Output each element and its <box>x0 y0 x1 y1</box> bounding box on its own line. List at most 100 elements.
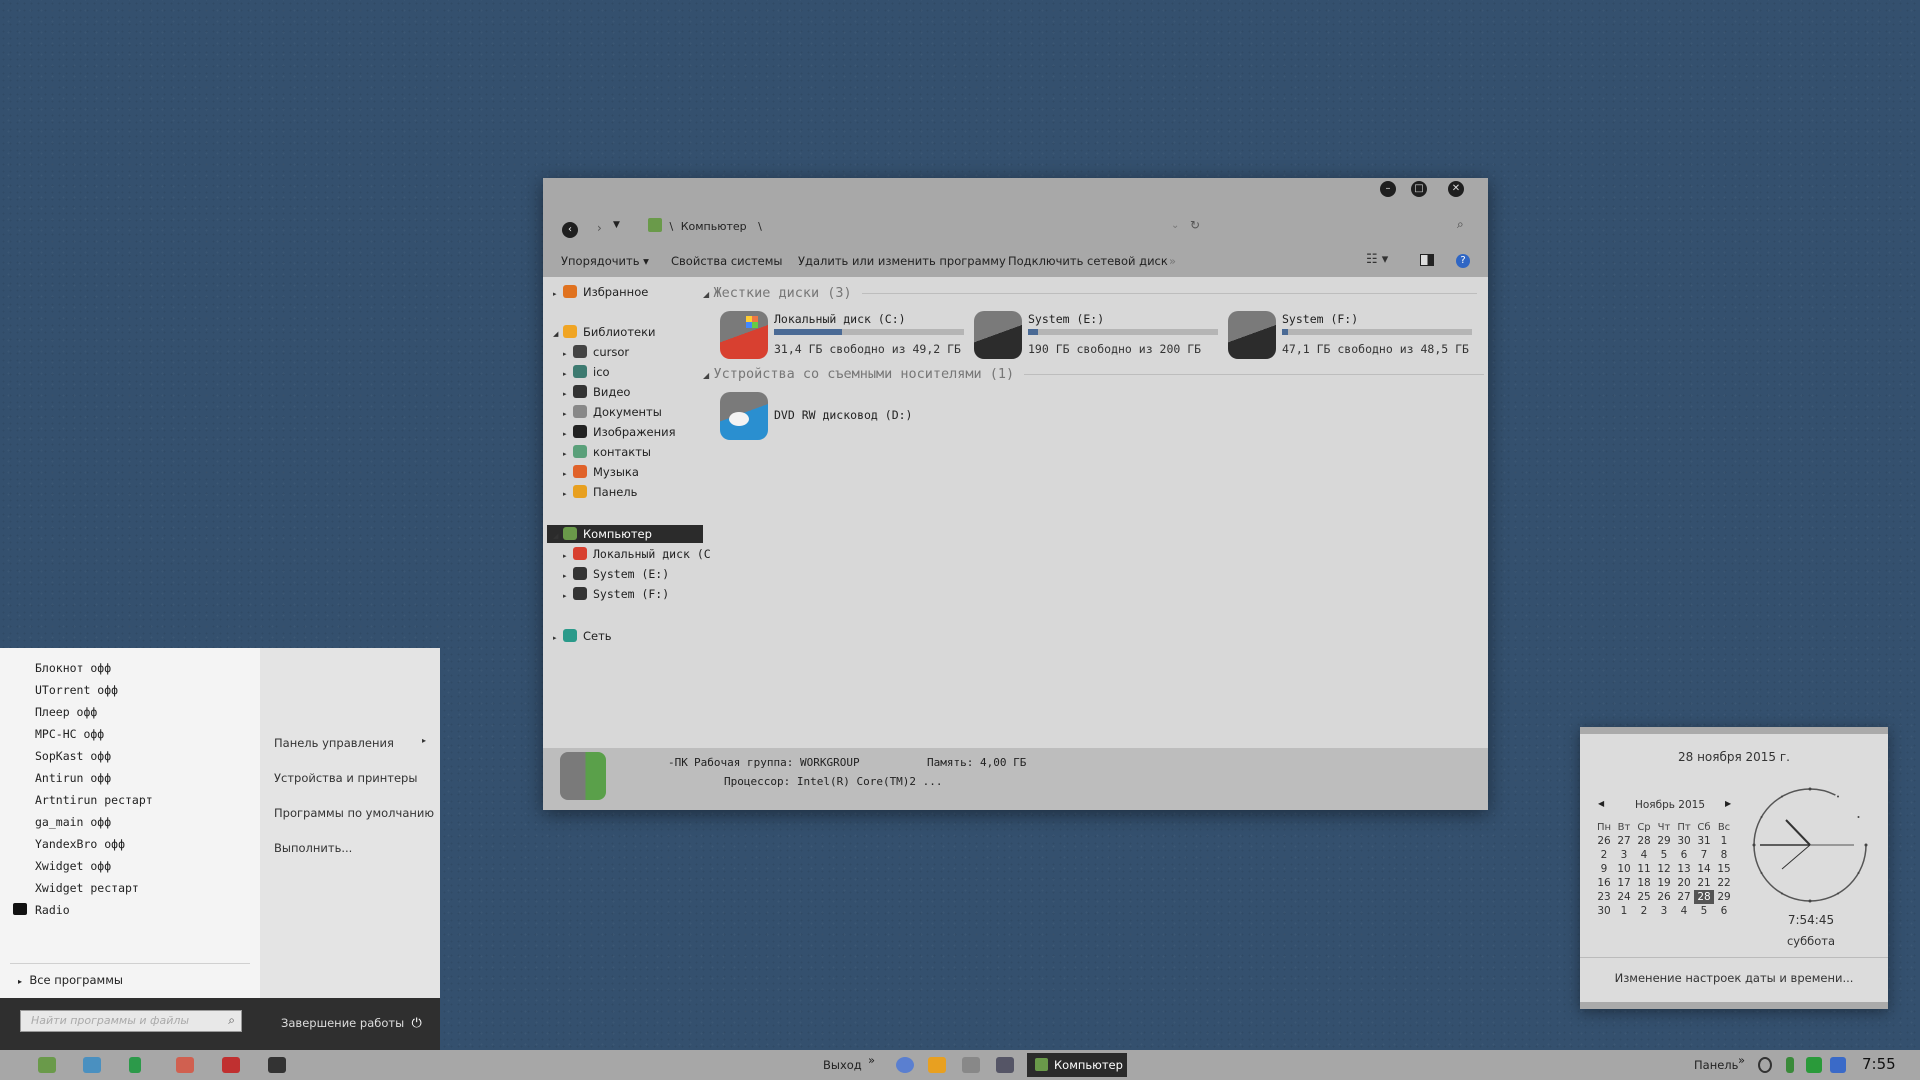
app-red-taskbar-icon[interactable] <box>222 1057 240 1073</box>
day-cell[interactable]: 26 <box>1594 834 1614 848</box>
day-cell[interactable]: 24 <box>1614 890 1634 904</box>
next-month-button[interactable]: ▶ <box>1725 799 1731 808</box>
drive-dvd[interactable]: DVD RW дисковод (D:) <box>720 392 980 446</box>
tree-lib-panel[interactable]: ▸ Панель <box>563 483 637 501</box>
day-cell[interactable]: 27 <box>1614 834 1634 848</box>
organize-menu[interactable]: Упорядочить ▾ <box>561 254 649 268</box>
day-cell[interactable]: 5 <box>1654 848 1674 862</box>
tree-computer[interactable]: ◢ Компьютер <box>547 525 703 543</box>
day-cell[interactable]: 1 <box>1614 904 1634 918</box>
day-cell[interactable]: 9 <box>1594 862 1614 876</box>
tray-language-icon[interactable] <box>1830 1057 1846 1073</box>
tree-drive-f[interactable]: ▸ System (F:) <box>563 585 669 603</box>
drive-c[interactable]: Локальный диск (C:) 31,4 ГБ свободно из … <box>720 311 980 365</box>
day-cell[interactable]: 22 <box>1714 876 1734 890</box>
program-item[interactable]: Artntirun рестарт <box>35 793 153 807</box>
panel-label[interactable]: Панель <box>1694 1058 1738 1072</box>
tree-lib-cursor[interactable]: ▸ cursor <box>563 343 629 361</box>
search-icon[interactable]: ⌕ <box>1457 217 1464 232</box>
day-cell[interactable]: 15 <box>1714 862 1734 876</box>
history-dropdown-icon[interactable]: ▼ <box>613 220 620 230</box>
address-dropdown-icon[interactable]: ⌄ <box>1171 220 1179 231</box>
tray-battery-icon[interactable] <box>1786 1057 1794 1073</box>
day-cell[interactable]: 8 <box>1714 848 1734 862</box>
day-cell[interactable]: 18 <box>1634 876 1654 890</box>
day-cell[interactable]: 2 <box>1594 848 1614 862</box>
tree-libraries[interactable]: ◢ Библиотеки <box>553 323 656 341</box>
program-item[interactable]: Xwidget рестарт <box>35 881 139 895</box>
tree-favorites[interactable]: ▸ Избранное <box>553 283 648 301</box>
day-cell[interactable]: 16 <box>1594 876 1614 890</box>
program-item[interactable]: Xwidget офф <box>35 859 111 873</box>
day-cell[interactable]: 31 <box>1694 834 1714 848</box>
day-cell-today[interactable]: 28 <box>1694 890 1714 904</box>
day-cell[interactable]: 3 <box>1614 848 1634 862</box>
day-cell[interactable]: 30 <box>1594 904 1614 918</box>
tray-circle-icon[interactable] <box>1758 1057 1772 1073</box>
taskbar-more-button[interactable]: » <box>868 1053 875 1067</box>
close-button[interactable]: ✕ <box>1448 181 1464 197</box>
forward-button[interactable]: › <box>597 221 602 235</box>
day-cell[interactable]: 6 <box>1714 904 1734 918</box>
day-cell[interactable]: 1 <box>1714 834 1734 848</box>
tree-lib-documents[interactable]: ▸ Документы <box>563 403 662 421</box>
breadcrumb-computer[interactable]: Компьютер <box>681 220 747 233</box>
day-cell[interactable]: 4 <box>1674 904 1694 918</box>
computer-taskbar-icon[interactable] <box>38 1057 56 1073</box>
program-item[interactable]: Плеер офф <box>35 705 97 719</box>
day-cell[interactable]: 10 <box>1614 862 1634 876</box>
view-options-icon[interactable]: ☷ ▾ <box>1366 252 1388 267</box>
program-item[interactable]: ga_main офф <box>35 815 111 829</box>
day-cell[interactable]: 14 <box>1694 862 1714 876</box>
day-cell[interactable]: 2 <box>1634 904 1654 918</box>
program-item[interactable]: UTorrent офф <box>35 683 118 697</box>
minimize-button[interactable]: – <box>1380 181 1396 197</box>
address-bar[interactable]: \ Компьютер \ <box>648 218 762 233</box>
program-item[interactable]: Блокнот офф <box>35 661 111 675</box>
day-cell[interactable]: 20 <box>1674 876 1694 890</box>
group-hard-disks[interactable]: ◢ Жесткие диски (3) <box>703 285 1477 301</box>
app-cd-taskbar-icon[interactable] <box>268 1057 286 1073</box>
day-cell[interactable]: 12 <box>1654 862 1674 876</box>
browser-taskbar-icon[interactable] <box>896 1057 914 1073</box>
tree-drive-e[interactable]: ▸ System (E:) <box>563 565 669 583</box>
maximize-button[interactable]: □ <box>1411 181 1427 197</box>
day-cell[interactable]: 4 <box>1634 848 1654 862</box>
refresh-icon[interactable]: ↻ <box>1190 218 1200 232</box>
tree-lib-pictures[interactable]: ▸ Изображения <box>563 423 676 441</box>
day-cell[interactable]: 17 <box>1614 876 1634 890</box>
help-icon[interactable]: ? <box>1456 254 1470 268</box>
day-cell[interactable]: 25 <box>1634 890 1654 904</box>
day-cell[interactable]: 28 <box>1634 834 1654 848</box>
exit-button[interactable]: Выход <box>823 1058 862 1072</box>
day-cell[interactable]: 3 <box>1654 904 1674 918</box>
day-cell[interactable]: 26 <box>1654 890 1674 904</box>
day-cell[interactable]: 6 <box>1674 848 1694 862</box>
day-cell[interactable]: 11 <box>1634 862 1654 876</box>
group-removable[interactable]: ◢ Устройства со съемными носителями (1) <box>703 366 1485 382</box>
day-cell[interactable]: 23 <box>1594 890 1614 904</box>
day-cell[interactable]: 7 <box>1694 848 1714 862</box>
day-cell[interactable]: 21 <box>1694 876 1714 890</box>
app-taskbar-icon[interactable] <box>996 1057 1014 1073</box>
full-date[interactable]: 28 ноября 2015 г. <box>1580 750 1888 764</box>
program-item[interactable]: MPC-HC офф <box>35 727 104 741</box>
day-cell[interactable]: 5 <box>1694 904 1714 918</box>
date-time-settings-link[interactable]: Изменение настроек даты и времени... <box>1580 971 1888 985</box>
tree-lib-video[interactable]: ▸ Видео <box>563 383 630 401</box>
tree-lib-music[interactable]: ▸ Музыка <box>563 463 639 481</box>
program-item[interactable]: Radio <box>35 903 70 917</box>
toolbar-more-button[interactable]: » <box>1169 254 1176 268</box>
program-item[interactable]: Antirun офф <box>35 771 111 785</box>
system-properties-button[interactable]: Свойства системы <box>671 254 782 268</box>
control-panel-link[interactable]: Панель управления ▸ <box>274 736 426 750</box>
day-cell[interactable]: 27 <box>1674 890 1694 904</box>
uninstall-program-button[interactable]: Удалить или изменить программу <box>798 254 1006 268</box>
tray-network-icon[interactable] <box>1806 1057 1822 1073</box>
shutdown-button[interactable]: Завершение работы ⏻ <box>281 1016 422 1031</box>
default-programs-link[interactable]: Программы по умолчанию <box>274 806 434 820</box>
tree-lib-ico[interactable]: ▸ ico <box>563 363 610 381</box>
tree-drive-c[interactable]: ▸ Локальный диск (С <box>563 545 711 563</box>
drive-e[interactable]: System (E:) 190 ГБ свободно из 200 ГБ <box>974 311 1234 365</box>
active-window-button[interactable]: Компьютер <box>1027 1053 1127 1077</box>
